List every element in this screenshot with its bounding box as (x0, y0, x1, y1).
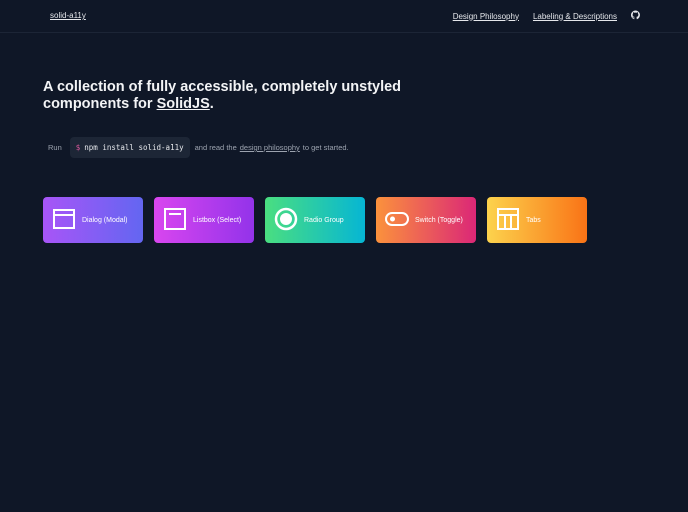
title-text: A collection of fully accessible, comple… (43, 79, 402, 112)
top-nav: solid-a11y Design Philosophy Labeling & … (0, 0, 688, 33)
radio-icon (274, 207, 304, 233)
card-label: Radio Group (304, 216, 344, 224)
install-intro: Run $ npm install solid-a11y and read the… (48, 137, 349, 158)
listbox-icon (163, 207, 193, 233)
card-label: Tabs (526, 216, 541, 224)
window-icon (52, 207, 82, 233)
intro-middle: and read the (194, 143, 237, 152)
design-philosophy-link[interactable]: design philosophy (240, 143, 300, 152)
card-tabs[interactable]: Tabs (487, 197, 587, 243)
intro-end: to get started. (302, 143, 349, 152)
component-cards: Dialog (Modal) Listbox (Select) Radio Gr… (43, 197, 587, 243)
card-label: Listbox (Select) (193, 216, 242, 224)
nav-design-philosophy[interactable]: Design Philosophy (453, 12, 519, 21)
card-label: Switch (Toggle) (415, 216, 463, 224)
title-suffix: . (209, 96, 214, 112)
solidjs-link[interactable]: SolidJS (157, 96, 210, 112)
logo-link[interactable]: solid-a11y (50, 11, 86, 20)
card-switch[interactable]: Switch (Toggle) (376, 197, 476, 243)
install-command[interactable]: $ npm install solid-a11y (69, 137, 190, 158)
switch-icon (385, 207, 415, 233)
run-label: Run (48, 143, 62, 152)
card-radio-group[interactable]: Radio Group (265, 197, 365, 243)
card-listbox[interactable]: Listbox (Select) (154, 197, 254, 243)
nav-labeling-descriptions[interactable]: Labeling & Descriptions (533, 12, 617, 21)
card-dialog[interactable]: Dialog (Modal) (43, 197, 143, 243)
page-title: A collection of fully accessible, comple… (43, 79, 403, 113)
command-text: npm install solid-a11y (84, 143, 184, 152)
card-label: Dialog (Modal) (82, 216, 128, 224)
tabs-icon (496, 207, 526, 233)
nav-links: Design Philosophy Labeling & Description… (453, 10, 640, 22)
prompt-sign: $ (75, 143, 81, 152)
github-icon[interactable] (630, 10, 640, 22)
